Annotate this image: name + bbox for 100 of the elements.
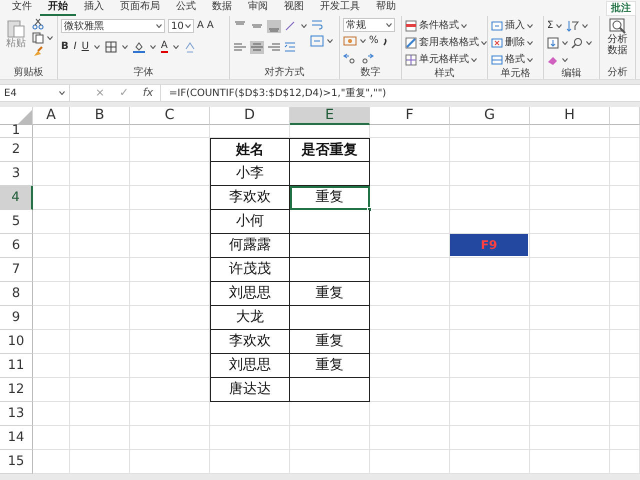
ribbon-menu-item[interactable]: 删除 xyxy=(505,36,525,50)
grid-cell[interactable] xyxy=(370,426,450,450)
copy-icon[interactable] xyxy=(32,32,44,44)
grid-cell[interactable] xyxy=(370,378,450,402)
percent-button[interactable]: % xyxy=(369,34,379,48)
caret-icon[interactable] xyxy=(527,41,533,45)
caret-icon[interactable] xyxy=(582,24,588,28)
grid-cell[interactable] xyxy=(610,186,640,210)
grid-cell[interactable] xyxy=(33,450,70,474)
grid-cell[interactable] xyxy=(450,258,530,282)
row-header[interactable]: 9 xyxy=(0,306,33,330)
row-header[interactable]: 1 xyxy=(0,125,33,138)
grid-cell[interactable] xyxy=(610,210,640,234)
table-icon[interactable] xyxy=(491,20,503,32)
wrap-text-icon[interactable] xyxy=(310,18,324,32)
row-header[interactable]: 14 xyxy=(0,426,33,450)
ribbon-tab[interactable]: 插入 xyxy=(76,0,112,16)
grid-cell[interactable] xyxy=(450,162,530,186)
grid-cell[interactable] xyxy=(370,450,450,474)
grid-cell[interactable] xyxy=(70,450,130,474)
grid-cell[interactable] xyxy=(450,306,530,330)
shrink-font-button[interactable]: A xyxy=(206,19,214,33)
grid-cell[interactable] xyxy=(70,330,130,354)
column-header[interactable]: D xyxy=(210,107,290,125)
grid-cell[interactable] xyxy=(70,306,130,330)
row-header[interactable]: 15 xyxy=(0,450,33,474)
vertical-align-icon[interactable] xyxy=(267,20,281,32)
font-name-dropdown[interactable]: 微软雅黑 xyxy=(61,19,165,33)
horizontal-align-icon[interactable] xyxy=(233,40,247,54)
grid-cell[interactable] xyxy=(530,450,610,474)
caret-icon[interactable] xyxy=(360,39,366,43)
grid-cell[interactable] xyxy=(450,354,530,378)
formula-field[interactable]: =IF(COUNTIF($D$3:$D$12,D4)>1,"重复","") xyxy=(160,85,386,101)
caret-icon[interactable] xyxy=(386,23,392,27)
grid-cell[interactable] xyxy=(33,138,70,162)
column-header[interactable]: E xyxy=(290,107,370,125)
grid-cell[interactable] xyxy=(70,162,130,186)
name-box[interactable]: E4 xyxy=(0,85,70,101)
comment-button[interactable]: 批注 xyxy=(606,0,636,16)
grid-cell[interactable] xyxy=(610,282,640,306)
grid-cell[interactable] xyxy=(33,354,70,378)
grid-cell[interactable] xyxy=(610,402,640,426)
caret-icon[interactable] xyxy=(150,45,156,49)
grid-cell[interactable] xyxy=(530,282,610,306)
grid-cell[interactable] xyxy=(70,258,130,282)
grid-cell[interactable] xyxy=(33,402,70,426)
grid-cell[interactable] xyxy=(290,402,370,426)
bold-button[interactable]: B xyxy=(61,40,69,54)
caret-icon[interactable] xyxy=(59,91,65,95)
table-icon[interactable] xyxy=(491,54,503,66)
column-header[interactable]: G xyxy=(450,107,530,125)
grid-cell[interactable] xyxy=(33,378,70,402)
ribbon-tab[interactable]: 公式 xyxy=(168,0,204,16)
grid-cell[interactable] xyxy=(70,426,130,450)
grid-cell[interactable] xyxy=(33,234,70,258)
ribbon-tab[interactable]: 审阅 xyxy=(240,0,276,16)
grid-cell[interactable] xyxy=(33,125,70,138)
increase-decimal-icon[interactable] xyxy=(343,52,357,64)
grid-cell[interactable] xyxy=(33,186,70,210)
horizontal-align-icon[interactable] xyxy=(250,40,264,54)
merge-cells-icon[interactable] xyxy=(310,35,324,47)
grid-cell[interactable] xyxy=(33,210,70,234)
currency-icon[interactable] xyxy=(343,35,357,47)
grid-cell[interactable] xyxy=(530,186,610,210)
search-icon[interactable] xyxy=(571,37,583,49)
caret-icon[interactable] xyxy=(94,45,100,49)
ribbon-menu-item[interactable]: 条件格式 xyxy=(419,19,459,33)
grid-cell[interactable] xyxy=(370,162,450,186)
row-header[interactable]: 4 xyxy=(0,186,33,210)
column-header[interactable]: A xyxy=(33,107,70,125)
grid-cell[interactable] xyxy=(33,162,70,186)
grid-cell[interactable] xyxy=(370,306,450,330)
grid-cell[interactable] xyxy=(33,306,70,330)
grid-cell[interactable] xyxy=(70,210,130,234)
grid-cell[interactable] xyxy=(530,306,610,330)
grid-cell[interactable] xyxy=(370,330,450,354)
analyze-data-button[interactable]: 分析数据 xyxy=(603,18,632,56)
grid-cell[interactable] xyxy=(450,450,530,474)
grid-cell[interactable] xyxy=(450,282,530,306)
grid-cell[interactable] xyxy=(290,426,370,450)
italic-button[interactable]: I xyxy=(74,40,77,54)
column-header[interactable]: F xyxy=(370,107,450,125)
caret-icon[interactable] xyxy=(471,58,477,62)
grid-cell[interactable] xyxy=(610,125,640,138)
column-header[interactable]: H xyxy=(530,107,610,125)
caret-icon[interactable] xyxy=(327,39,333,43)
brush-icon[interactable] xyxy=(32,45,44,57)
grid-cell[interactable] xyxy=(210,450,290,474)
ribbon-tab[interactable]: 帮助 xyxy=(368,0,404,16)
grid-cell[interactable] xyxy=(610,162,640,186)
grid-cell[interactable] xyxy=(530,125,610,138)
table-icon[interactable] xyxy=(491,37,503,49)
grid-cell[interactable] xyxy=(530,402,610,426)
ribbon-menu-item[interactable]: 单元格样式 xyxy=(419,53,469,67)
grid-cell[interactable] xyxy=(450,125,530,138)
eraser-icon[interactable] xyxy=(547,54,559,66)
row-header[interactable]: 3 xyxy=(0,162,33,186)
ribbon-tab[interactable]: 开发工具 xyxy=(312,0,368,16)
grid-cell[interactable] xyxy=(210,402,290,426)
insert-function-button[interactable]: fx xyxy=(136,84,160,102)
